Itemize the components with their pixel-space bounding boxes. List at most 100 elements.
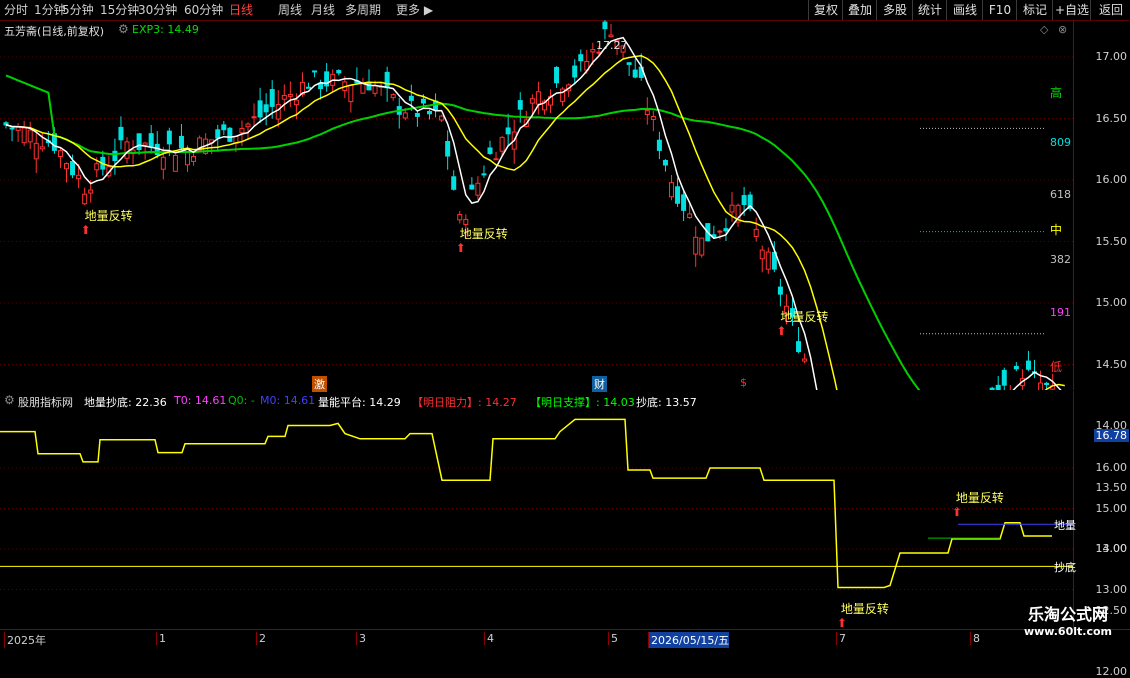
date-label-8: 8 <box>970 632 980 645</box>
period-tab-10[interactable]: 更多 ▶ <box>396 2 433 18</box>
candle-body <box>372 85 378 94</box>
candle-body <box>239 127 245 134</box>
toolbar-button-5[interactable]: F10 <box>982 0 1017 20</box>
period-tab-1[interactable]: 1分钟 <box>34 2 66 18</box>
period-tab-4[interactable]: 30分钟 <box>138 2 177 18</box>
candle-body <box>390 94 396 99</box>
candle-body <box>57 150 63 158</box>
date-label-0: 2025年 <box>4 632 46 648</box>
candle-body <box>414 112 420 117</box>
period-tab-8[interactable]: 月线 <box>311 2 335 18</box>
event-marker-cai[interactable]: 财 <box>592 376 607 392</box>
period-tab-5[interactable]: 60分钟 <box>184 2 223 18</box>
candle-body <box>227 127 233 142</box>
candle-body <box>94 163 100 171</box>
indicator-tick: 14.00 <box>1095 542 1128 555</box>
candle-body <box>554 66 560 84</box>
dlz-right-label: 地量 <box>1054 519 1076 533</box>
candle-body <box>463 218 469 226</box>
date-label-3: 3 <box>356 632 366 645</box>
candle-body <box>172 154 178 172</box>
candle-body <box>257 100 263 118</box>
toolbar-button-4[interactable]: 画线 <box>946 0 983 20</box>
candle-body <box>505 127 511 135</box>
candle-body <box>9 127 15 130</box>
candle-body <box>699 237 705 256</box>
candle-body <box>1025 360 1031 370</box>
ma-white-line <box>5 36 1066 584</box>
ma-yellow-line <box>5 55 1065 572</box>
candle-body <box>475 182 481 196</box>
candle-body <box>481 173 487 176</box>
price-axis: 17.00 16.50 16.00 15.50 15.00 14.50 14.00 13.50… <box>1073 20 1130 678</box>
candle-body <box>602 21 608 30</box>
candle-body <box>681 194 687 211</box>
indicator-name: 股朋指标网 <box>18 396 73 409</box>
indicator-svg[interactable] <box>0 391 1073 629</box>
signal-label: 地量反转 <box>780 310 829 325</box>
candlestick-svg[interactable] <box>0 19 1073 673</box>
candle-body <box>336 70 342 74</box>
candle-body <box>499 136 505 152</box>
candle-body <box>457 213 463 221</box>
settings-gear-icon[interactable]: ⚙ <box>118 22 129 36</box>
candle-body <box>263 104 269 113</box>
toolbar-button-1[interactable]: 叠加 <box>842 0 877 20</box>
candle-body <box>191 155 197 162</box>
indicator-legend-item: 【明日阻力】: 14.27 <box>412 396 517 409</box>
candle-body <box>995 384 1001 401</box>
buy-arrow-icon: ⬆ <box>80 223 91 238</box>
indicator-legend-item: 量能平台: 14.29 <box>318 396 401 409</box>
toolbar-button-2[interactable]: 多股 <box>876 0 913 20</box>
toolbar-button-6[interactable]: 标记 <box>1016 0 1053 20</box>
candle-body <box>136 133 142 150</box>
fib-high-label: 高 <box>1050 86 1063 100</box>
buy-arrow-icon: ⬆ <box>455 241 466 256</box>
period-tab-7[interactable]: 周线 <box>278 2 302 18</box>
period-tab-9[interactable]: 多周期 <box>345 2 381 18</box>
date-label-6: 2026/05/15/五 <box>648 632 730 648</box>
indicator-axis: 地量 抄底 16.78 16.00 15.00 14.00 13.00 <box>1054 391 1130 629</box>
candle-body <box>644 110 650 116</box>
toolbar-button-3[interactable]: 统计 <box>912 0 947 20</box>
toolbar-button-7[interactable]: +自选 <box>1052 0 1091 20</box>
candle-body <box>64 163 69 170</box>
close-icon[interactable]: ⊗ <box>1058 23 1067 36</box>
period-tab-0[interactable]: 分时 <box>4 2 28 18</box>
date-label-7: 7 <box>836 632 846 645</box>
dlcd-step-line <box>0 418 1052 589</box>
period-tab-2[interactable]: 5分钟 <box>62 2 94 18</box>
candle-body <box>632 69 638 78</box>
price-tick: 15.50 <box>1095 234 1128 248</box>
candlestick-chart[interactable]: 五芳斋(日线,前复权) ⚙ EXP3: 14.49 17.27 ◇ ⊗ ⬆ 地量反… <box>0 19 1073 673</box>
candle-body <box>293 99 299 106</box>
candle-body <box>741 195 747 205</box>
candle-body <box>662 159 668 166</box>
indicator-gear-icon[interactable]: ⚙ <box>4 393 15 407</box>
diamond-icon[interactable]: ◇ <box>1040 23 1048 36</box>
period-tab-3[interactable]: 15分钟 <box>100 2 139 18</box>
candle-body <box>469 184 475 190</box>
candle-body <box>27 129 33 143</box>
buy-arrow-icon: ⬆ <box>776 324 787 339</box>
event-marker-ji[interactable]: 激 <box>312 376 327 392</box>
period-tab-6[interactable]: 日线 <box>229 2 253 18</box>
toolbar-button-8[interactable]: 返回 <box>1090 0 1130 20</box>
candle-body <box>427 110 432 115</box>
candle-body <box>148 133 154 148</box>
indicator-legend-item: 地量抄底: 22.36 <box>84 396 167 409</box>
event-marker-dollar[interactable]: $ <box>740 376 747 389</box>
candle-body <box>723 228 729 232</box>
candle-body <box>112 150 118 161</box>
candle-body <box>777 286 783 295</box>
price-tick: 17.00 <box>1095 50 1128 63</box>
indicator-chart[interactable]: ⚙ 股朋指标网 地量抄底: 22.36 T0: 14.61 Q0: - M0: 14.… <box>0 391 1073 629</box>
peak-price-label: 17.27 <box>596 39 628 52</box>
toolbar-button-0[interactable]: 复权 <box>808 0 843 20</box>
candle-body <box>989 387 995 396</box>
candle-body <box>142 142 148 146</box>
candle-body <box>312 70 318 73</box>
date-label-1: 1 <box>156 632 166 645</box>
candle-body <box>759 249 765 260</box>
candle-body <box>535 91 541 105</box>
